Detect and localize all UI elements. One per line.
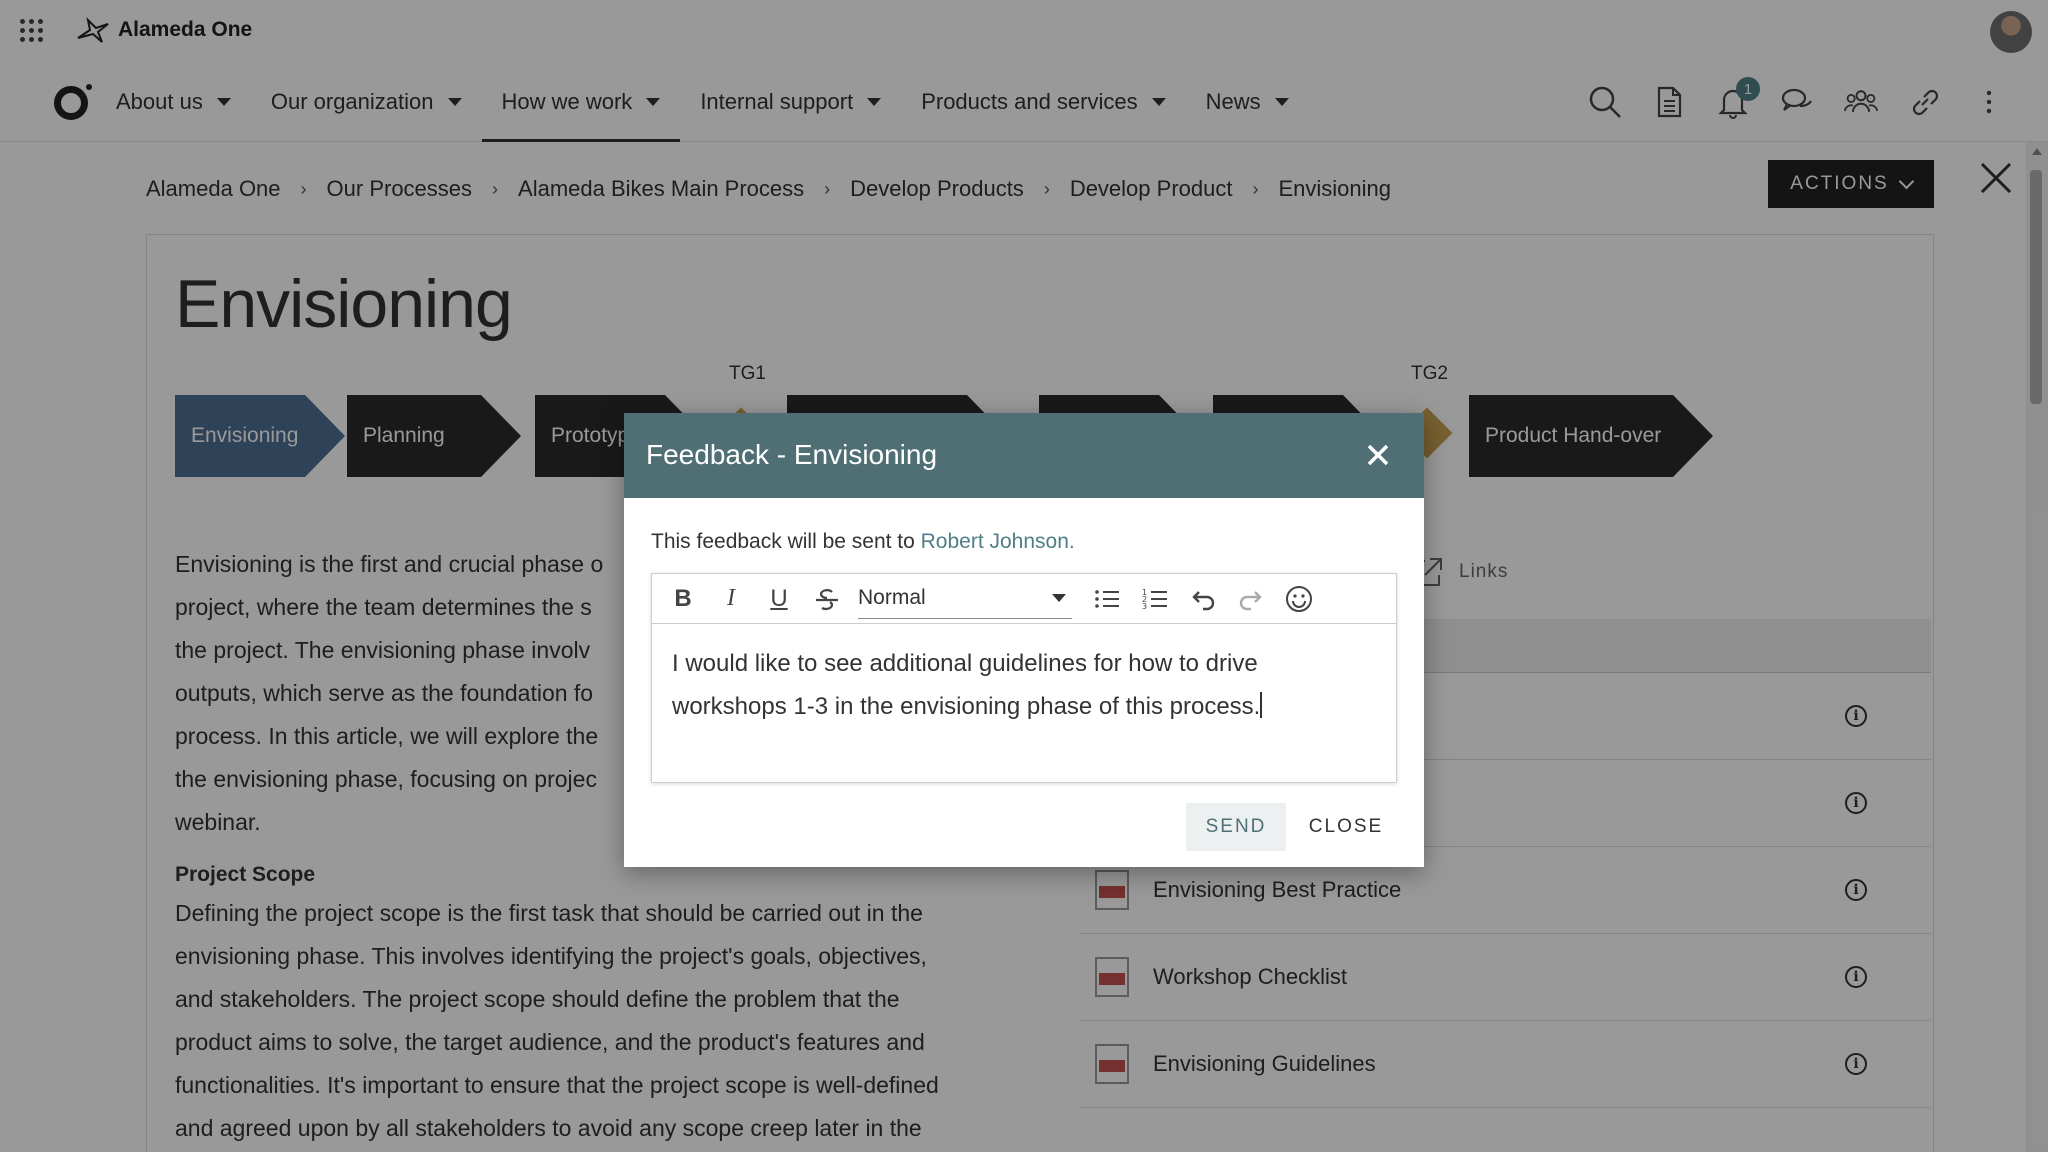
numbered-list-icon[interactable]: 123	[1138, 582, 1172, 616]
editor-toolbar: B I U Normal 123	[652, 574, 1396, 624]
underline-icon[interactable]: U	[762, 582, 796, 616]
emoji-icon[interactable]	[1282, 582, 1316, 616]
recipient-line: This feedback will be sent to Robert Joh…	[651, 530, 1075, 554]
bullet-list-icon[interactable]	[1090, 582, 1124, 616]
feedback-dialog: Feedback - Envisioning This feedback wil…	[624, 413, 1424, 867]
close-button[interactable]: CLOSE	[1298, 803, 1394, 851]
undo-icon[interactable]	[1186, 582, 1220, 616]
message-line: I would like to see additional guideline…	[672, 650, 1258, 677]
svg-text:3: 3	[1142, 602, 1147, 611]
text-cursor	[1260, 692, 1263, 718]
caret-down-icon	[1052, 594, 1066, 602]
text-format-select[interactable]: Normal	[858, 579, 1072, 619]
recipient-prefix: This feedback will be sent to	[651, 530, 921, 553]
message-line: workshops 1-3 in the envisioning phase o…	[672, 693, 1261, 720]
send-button[interactable]: SEND	[1186, 803, 1286, 851]
feedback-text-area[interactable]: I would like to see additional guideline…	[672, 642, 1372, 728]
italic-icon[interactable]: I	[714, 582, 748, 616]
recipient-name-link[interactable]: Robert Johnson.	[921, 530, 1075, 553]
dialog-header: Feedback - Envisioning	[624, 413, 1424, 498]
bold-icon[interactable]: B	[666, 582, 700, 616]
dialog-title: Feedback - Envisioning	[646, 439, 938, 470]
text-format-value: Normal	[858, 586, 926, 609]
redo-icon[interactable]	[1234, 582, 1268, 616]
feedback-editor: B I U Normal 123 I would like to see add…	[651, 573, 1397, 783]
dialog-footer: SEND CLOSE	[1186, 803, 1394, 851]
strikethrough-icon[interactable]	[810, 582, 844, 616]
close-icon[interactable]	[1362, 439, 1394, 471]
